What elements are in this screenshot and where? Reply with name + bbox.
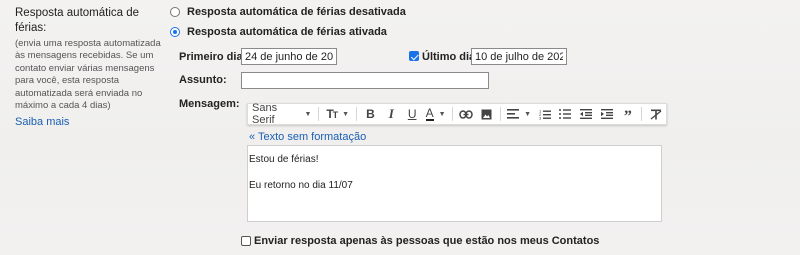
indent-more-icon: [601, 109, 614, 119]
chevron-down-icon: ▼: [342, 110, 350, 118]
last-day-input[interactable]: [471, 48, 567, 65]
indent-less-icon: [580, 109, 593, 119]
formatting-toolbar: Sans Serif ▼ TT ▼ B I U A ▼ ▼ 123 ”: [247, 102, 667, 126]
indent-less-button[interactable]: [576, 104, 597, 124]
numbered-list-icon: 123: [539, 109, 551, 120]
contacts-only-label: Enviar resposta apenas às pessoas que es…: [254, 235, 600, 247]
toolbar-divider: [641, 107, 643, 121]
learn-more-link[interactable]: Saiba mais: [15, 116, 69, 128]
contacts-only-checkbox[interactable]: [241, 236, 251, 246]
message-label: Mensagem:: [179, 98, 240, 110]
toolbar-divider: [318, 107, 320, 121]
font-size-button[interactable]: TT ▼: [322, 104, 353, 124]
subject-input[interactable]: [241, 72, 489, 89]
indent-more-button[interactable]: [597, 104, 618, 124]
link-icon: [459, 109, 473, 119]
quote-icon: ”: [623, 107, 632, 125]
numbered-list-button[interactable]: 123: [534, 104, 555, 124]
chevron-down-icon: ▼: [304, 110, 312, 118]
contacts-only-option[interactable]: Enviar resposta apenas às pessoas que es…: [241, 235, 599, 247]
italic-button[interactable]: I: [381, 104, 402, 124]
message-line: Estou de férias!: [249, 154, 319, 165]
message-line: Eu retorno no dia 11/07: [249, 180, 353, 191]
align-icon: [507, 109, 520, 119]
vacation-on-option[interactable]: Resposta automática de férias ativada: [170, 26, 387, 38]
chevron-down-icon: ▼: [438, 110, 446, 118]
bold-icon: B: [366, 107, 375, 121]
plain-text-link[interactable]: « Texto sem formatação: [249, 131, 366, 143]
bold-button[interactable]: B: [360, 104, 381, 124]
font-family-value: Sans Serif: [252, 102, 278, 126]
toolbar-divider: [451, 107, 453, 121]
first-day-label: Primeiro dia:: [179, 51, 247, 63]
last-day-checkbox[interactable]: [409, 51, 419, 61]
vacation-description: (envia uma resposta automatizada às mens…: [15, 38, 161, 112]
text-color-icon: A: [425, 105, 434, 121]
vacation-on-label: Resposta automática de férias ativada: [187, 26, 387, 38]
italic-icon: I: [388, 106, 394, 121]
vacation-description-column: Resposta automática de férias: (envia um…: [15, 6, 165, 130]
remove-formatting-icon: [650, 109, 662, 120]
align-button[interactable]: ▼: [504, 104, 534, 124]
toolbar-divider: [356, 107, 358, 121]
remove-formatting-button[interactable]: [645, 104, 666, 124]
font-family-select[interactable]: Sans Serif ▼: [248, 102, 315, 126]
chevron-down-icon: ▼: [524, 110, 532, 118]
insert-image-button[interactable]: [476, 104, 497, 124]
insert-link-button[interactable]: [456, 104, 477, 124]
subject-label: Assunto:: [179, 74, 227, 86]
toolbar-divider: [500, 107, 502, 121]
bulleted-list-icon: [559, 109, 572, 119]
svg-text:3: 3: [539, 115, 542, 120]
message-line: [249, 166, 661, 179]
vacation-on-radio[interactable]: [170, 27, 180, 37]
underline-icon: U: [407, 107, 417, 121]
message-editor[interactable]: Estou de férias! Eu retorno no dia 11/07: [247, 145, 662, 222]
text-color-button[interactable]: A ▼: [423, 104, 449, 124]
vacation-off-radio[interactable]: [170, 7, 180, 17]
image-icon: [481, 109, 492, 120]
font-size-icon: TT: [326, 107, 338, 121]
vacation-section-title: Resposta automática de férias:: [15, 7, 140, 34]
quote-button[interactable]: ”: [617, 104, 638, 124]
bulleted-list-button[interactable]: [555, 104, 576, 124]
vacation-off-label: Resposta automática de férias desativada: [187, 6, 406, 18]
first-day-input[interactable]: [241, 48, 337, 65]
underline-button[interactable]: U: [402, 104, 423, 124]
vacation-off-option[interactable]: Resposta automática de férias desativada: [170, 6, 406, 18]
